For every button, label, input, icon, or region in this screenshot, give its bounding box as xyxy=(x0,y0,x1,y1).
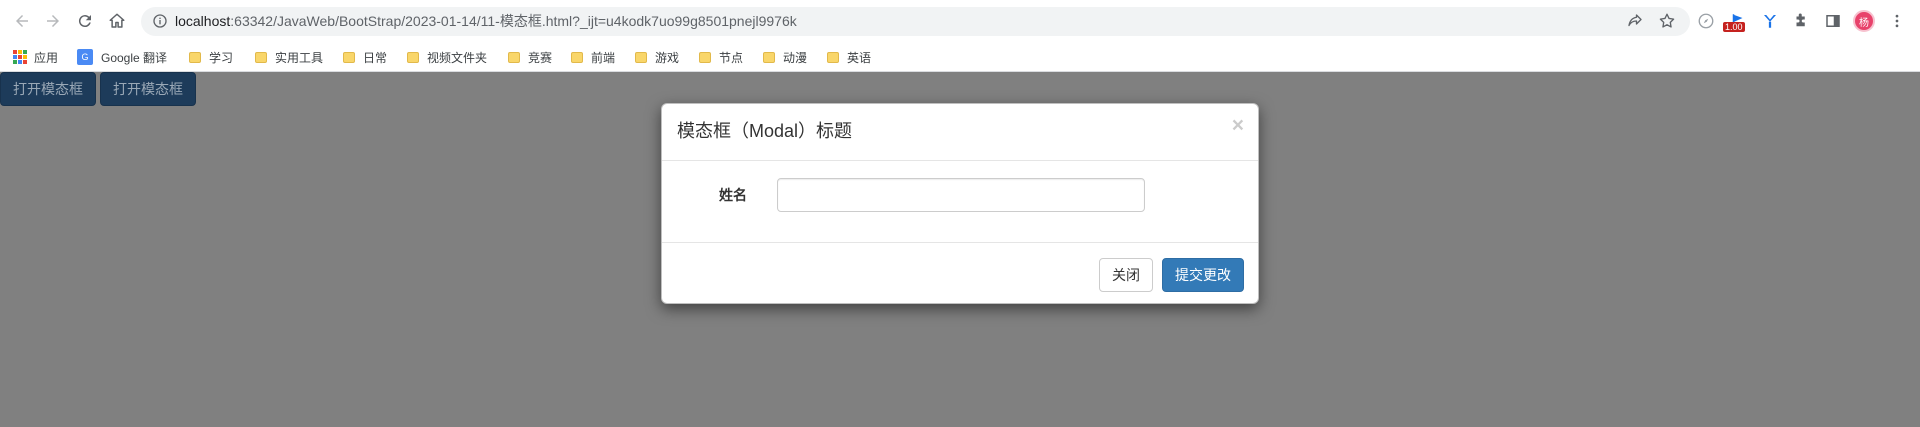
bookmark-apps[interactable]: 应用 xyxy=(13,42,58,72)
close-button[interactable]: 关闭 xyxy=(1099,258,1153,292)
folder-icon xyxy=(343,51,355,63)
bookmark-folder-english[interactable]: 英语 xyxy=(827,42,871,72)
home-icon[interactable] xyxy=(103,7,131,35)
more-menu-icon[interactable] xyxy=(1884,8,1910,34)
browser-toolbar: localhost:63342/JavaWeb/BootStrap/2023-0… xyxy=(0,0,1920,42)
forward-icon[interactable] xyxy=(39,7,67,35)
bookmark-folder-daily[interactable]: 日常 xyxy=(343,42,387,72)
bookmark-folder-games[interactable]: 游戏 xyxy=(635,42,679,72)
url-path: :63342/JavaWeb/BootStrap/2023-01-14/11-模… xyxy=(230,13,797,29)
folder-icon xyxy=(571,51,583,63)
bookmark-label: 实用工具 xyxy=(275,50,324,65)
puzzle-extensions-icon[interactable] xyxy=(1788,8,1814,34)
close-icon[interactable]: × xyxy=(1232,115,1244,136)
name-input[interactable] xyxy=(777,178,1145,212)
bookmark-label: 竞赛 xyxy=(528,50,553,65)
folder-icon xyxy=(827,51,839,63)
modal-title: 模态框（Modal）标题 xyxy=(677,121,853,141)
name-label: 姓名 xyxy=(719,187,747,203)
info-icon[interactable] xyxy=(152,13,168,29)
bookmark-label: 视频文件夹 xyxy=(427,50,488,65)
bookmark-folder-frontend[interactable]: 前端 xyxy=(571,42,615,72)
address-bar[interactable]: localhost:63342/JavaWeb/BootStrap/2023-0… xyxy=(141,7,1690,36)
open-modal-button-2[interactable]: 打开模态框 xyxy=(100,72,196,106)
folder-icon xyxy=(635,51,647,63)
bookmark-folder-tools[interactable]: 实用工具 xyxy=(255,42,323,72)
apps-icon xyxy=(13,50,27,64)
profile-avatar[interactable]: 杨 xyxy=(1853,10,1875,32)
bookmark-label: 英语 xyxy=(847,50,872,65)
open-modal-button[interactable]: 打开模态框 xyxy=(0,72,96,106)
bookmark-folder-nodes[interactable]: 节点 xyxy=(699,42,743,72)
modal-dialog: 模态框（Modal）标题 × 姓名 关闭 提交更改 xyxy=(661,103,1259,304)
submit-changes-button[interactable]: 提交更改 xyxy=(1162,258,1244,292)
bookmark-google-translate[interactable]: G Google 翻译 xyxy=(77,42,167,72)
modal-footer: 关闭 提交更改 xyxy=(662,242,1258,305)
bookmark-label: Google 翻译 xyxy=(101,50,168,65)
google-translate-icon: G xyxy=(77,49,93,65)
bookmark-label: 节点 xyxy=(719,50,744,65)
extension-badge: 1.00 xyxy=(1723,22,1745,32)
share-icon[interactable] xyxy=(1626,12,1644,30)
bookmark-star-icon[interactable] xyxy=(1658,12,1676,30)
bookmark-folder-contests[interactable]: 竞赛 xyxy=(508,42,552,72)
bookmark-label: 动漫 xyxy=(783,50,808,65)
folder-icon xyxy=(508,51,520,63)
folder-icon xyxy=(255,51,267,63)
bookmark-folder-study[interactable]: 学习 xyxy=(189,42,233,72)
flag-extension-icon[interactable]: 1.00 xyxy=(1723,8,1751,34)
bookmark-folder-anime[interactable]: 动漫 xyxy=(763,42,807,72)
reload-icon[interactable] xyxy=(71,7,99,35)
url-host: localhost xyxy=(175,13,231,29)
bookmark-label: 日常 xyxy=(363,50,388,65)
bookmark-label: 前端 xyxy=(591,50,616,65)
bookmark-label: 应用 xyxy=(34,50,59,65)
avatar-text: 杨 xyxy=(1859,17,1869,29)
bookmarks-bar: 应用 G Google 翻译 学习 实用工具 日常 视频文件夹 竞赛 前端 游戏… xyxy=(0,42,1920,72)
folder-icon xyxy=(699,51,711,63)
back-icon[interactable] xyxy=(8,7,36,35)
side-panel-icon[interactable] xyxy=(1820,8,1846,34)
folder-icon xyxy=(189,51,201,63)
folder-icon xyxy=(763,51,775,63)
bookmark-label: 学习 xyxy=(209,50,234,65)
folder-icon xyxy=(407,51,419,63)
y-extension-icon[interactable] xyxy=(1757,8,1783,34)
compass-extension-icon[interactable] xyxy=(1693,8,1719,34)
modal-body: 姓名 xyxy=(662,161,1258,242)
bookmark-folder-videos[interactable]: 视频文件夹 xyxy=(407,42,487,72)
bookmark-label: 游戏 xyxy=(655,50,680,65)
modal-header: 模态框（Modal）标题 × xyxy=(662,104,1258,161)
url-text[interactable]: localhost:63342/JavaWeb/BootStrap/2023-0… xyxy=(175,7,797,36)
